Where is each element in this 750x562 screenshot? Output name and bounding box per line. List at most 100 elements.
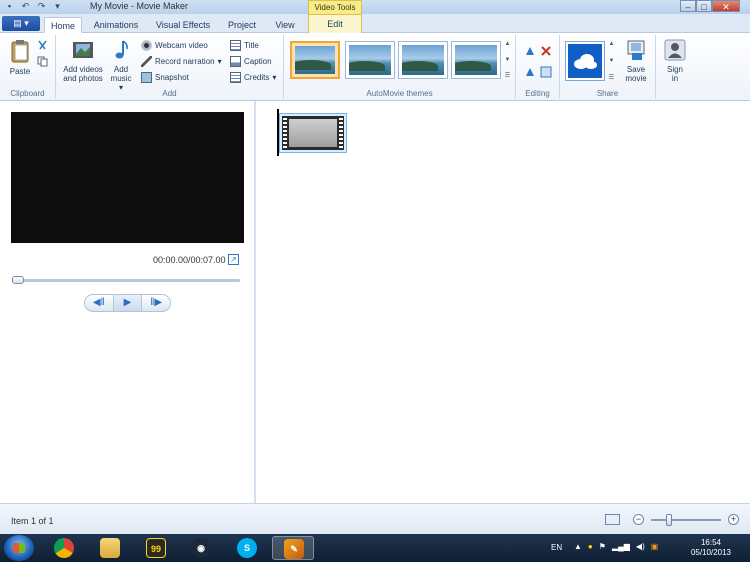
caption-icon (230, 56, 241, 67)
copy-icon[interactable] (37, 56, 48, 67)
remove-icon[interactable] (540, 45, 552, 57)
skype-icon: S (237, 538, 257, 558)
storyboard-view-icon[interactable] (605, 514, 620, 525)
paste-button[interactable]: Paste (6, 39, 34, 76)
previous-frame-icon[interactable]: ◀‖ (85, 295, 113, 311)
sign-in-button[interactable]: Sign in (662, 39, 688, 83)
record-narration-button[interactable]: Record narration ▾ (141, 55, 222, 68)
gallery-up-icon[interactable]: ▲ (503, 41, 512, 47)
caption-label: Caption (244, 57, 272, 66)
tab-view[interactable]: View (268, 17, 302, 33)
onedrive-share-button[interactable] (565, 41, 605, 81)
zoom-in-icon[interactable]: + (728, 514, 739, 525)
storyboard[interactable] (258, 101, 750, 503)
taskbar-app[interactable]: 99 (138, 536, 174, 560)
share-more-icon[interactable]: ☰ (608, 74, 615, 81)
theme-default[interactable] (290, 41, 340, 79)
seek-bar[interactable] (12, 279, 240, 282)
zoom-out-icon[interactable]: − (633, 514, 644, 525)
taskbar-steam[interactable]: ◉ (183, 536, 219, 560)
share-down-icon[interactable]: ▼ (608, 58, 615, 64)
rotate-right-icon[interactable] (524, 66, 536, 78)
chrome-icon (54, 538, 74, 558)
window-title: My Movie - Movie Maker (90, 1, 189, 11)
zoom-slider-thumb[interactable] (666, 514, 672, 526)
save-icon[interactable]: ▪ (4, 1, 15, 12)
tray-app-icon[interactable]: ● (588, 542, 593, 551)
save-movie-label-1: Save (626, 65, 646, 74)
preview-panel: 00:00.00/00:07.00 ↗ ◀‖ ▶ ‖▶ (0, 101, 256, 503)
popout-preview-icon[interactable]: ↗ (228, 254, 239, 265)
theme-gallery-scroll[interactable]: ▲ ▼ ☰ (503, 41, 512, 79)
zoom-slider-track[interactable] (651, 519, 721, 521)
select-all-icon[interactable] (540, 66, 552, 78)
add-videos-button[interactable]: Add videos and photos (60, 39, 106, 83)
add-music-button[interactable]: Add music ▾ (108, 39, 134, 92)
paste-label: Paste (9, 67, 31, 76)
tab-home[interactable]: Home (44, 17, 82, 33)
share-up-icon[interactable]: ▲ (608, 41, 615, 47)
theme-pan-and-zoom[interactable] (451, 41, 501, 79)
narration-dropdown-icon[interactable]: ▾ (218, 57, 222, 66)
file-menu-button[interactable]: ▤ ▾ (2, 16, 40, 31)
customize-qat-icon[interactable]: ▾ (52, 1, 63, 12)
snapshot-label: Snapshot (155, 73, 189, 82)
add-group: Add videos and photos Add music ▾ Webcam… (56, 35, 284, 99)
taskbar-chrome[interactable] (46, 536, 82, 560)
taskbar-movie-maker[interactable]: ✎ (272, 536, 314, 560)
themes-group-label: AutoMovie themes (366, 89, 433, 98)
share-gallery-scroll[interactable]: ▲ ▼ ☰ (608, 41, 615, 81)
save-movie-button[interactable]: Save movie (620, 39, 652, 83)
theme-thumbnail (402, 45, 444, 75)
clock[interactable]: 16:54 05/10/2013 (687, 538, 735, 558)
add-videos-icon (73, 42, 93, 58)
gallery-more-icon[interactable]: ☰ (503, 72, 512, 79)
video-preview[interactable] (11, 112, 244, 243)
tab-edit[interactable]: Edit (308, 14, 362, 33)
next-frame-icon[interactable]: ‖▶ (142, 295, 170, 311)
caption-button[interactable]: Caption (230, 55, 272, 68)
signin-group: Sign in (656, 35, 694, 99)
webcam-video-button[interactable]: Webcam video (141, 39, 208, 52)
taskbar-explorer[interactable] (92, 536, 128, 560)
tray-expand-icon[interactable]: ▲ (574, 542, 582, 551)
tab-animations[interactable]: Animations (88, 17, 144, 33)
gallery-down-icon[interactable]: ▼ (503, 57, 512, 63)
timecode: 00:00.00/00:07.00 (153, 255, 226, 265)
theme-contemporary[interactable] (345, 41, 395, 79)
narration-label: Record narration (155, 57, 215, 66)
taskbar-skype[interactable]: S (229, 536, 265, 560)
credits-dropdown-icon[interactable]: ▾ (272, 73, 276, 82)
rotate-left-icon[interactable] (524, 45, 536, 57)
flag-icon[interactable]: ⚑ (599, 542, 606, 551)
theme-thumbnail (349, 45, 391, 75)
tab-visual-effects[interactable]: Visual Effects (150, 17, 216, 33)
snapshot-button[interactable]: Snapshot (141, 71, 189, 84)
play-icon[interactable]: ▶ (112, 295, 143, 311)
seek-thumb[interactable] (12, 276, 24, 284)
tray-shield-icon[interactable]: ▣ (651, 542, 659, 551)
redo-icon[interactable]: ↷ (36, 1, 47, 12)
network-icon[interactable]: ▂▄▆ (612, 542, 630, 551)
minimize-button[interactable]: – (680, 0, 696, 12)
sign-in-label-2: in (671, 74, 679, 83)
credits-button[interactable]: Credits ▾ (230, 71, 276, 84)
add-videos-label-2: and photos (63, 74, 103, 83)
start-button[interactable] (4, 535, 34, 561)
music-note-icon (115, 40, 128, 59)
title-label: Title (244, 41, 259, 50)
video-clip[interactable] (279, 113, 347, 153)
title-button[interactable]: Title (230, 39, 259, 52)
maximize-button[interactable]: □ (696, 0, 712, 12)
close-button[interactable]: ✕ (712, 0, 740, 12)
credits-label: Credits (244, 73, 270, 82)
cut-icon[interactable] (37, 40, 48, 51)
theme-fade[interactable] (398, 41, 448, 79)
undo-icon[interactable]: ↶ (20, 1, 31, 12)
title-icon (230, 40, 241, 51)
credits-icon (230, 72, 241, 83)
volume-icon[interactable]: ◀) (636, 542, 645, 551)
language-indicator[interactable]: EN (551, 543, 562, 552)
tab-project[interactable]: Project (222, 17, 262, 33)
automovie-themes-group: ▲ ▼ ☰ AutoMovie themes (284, 35, 516, 99)
